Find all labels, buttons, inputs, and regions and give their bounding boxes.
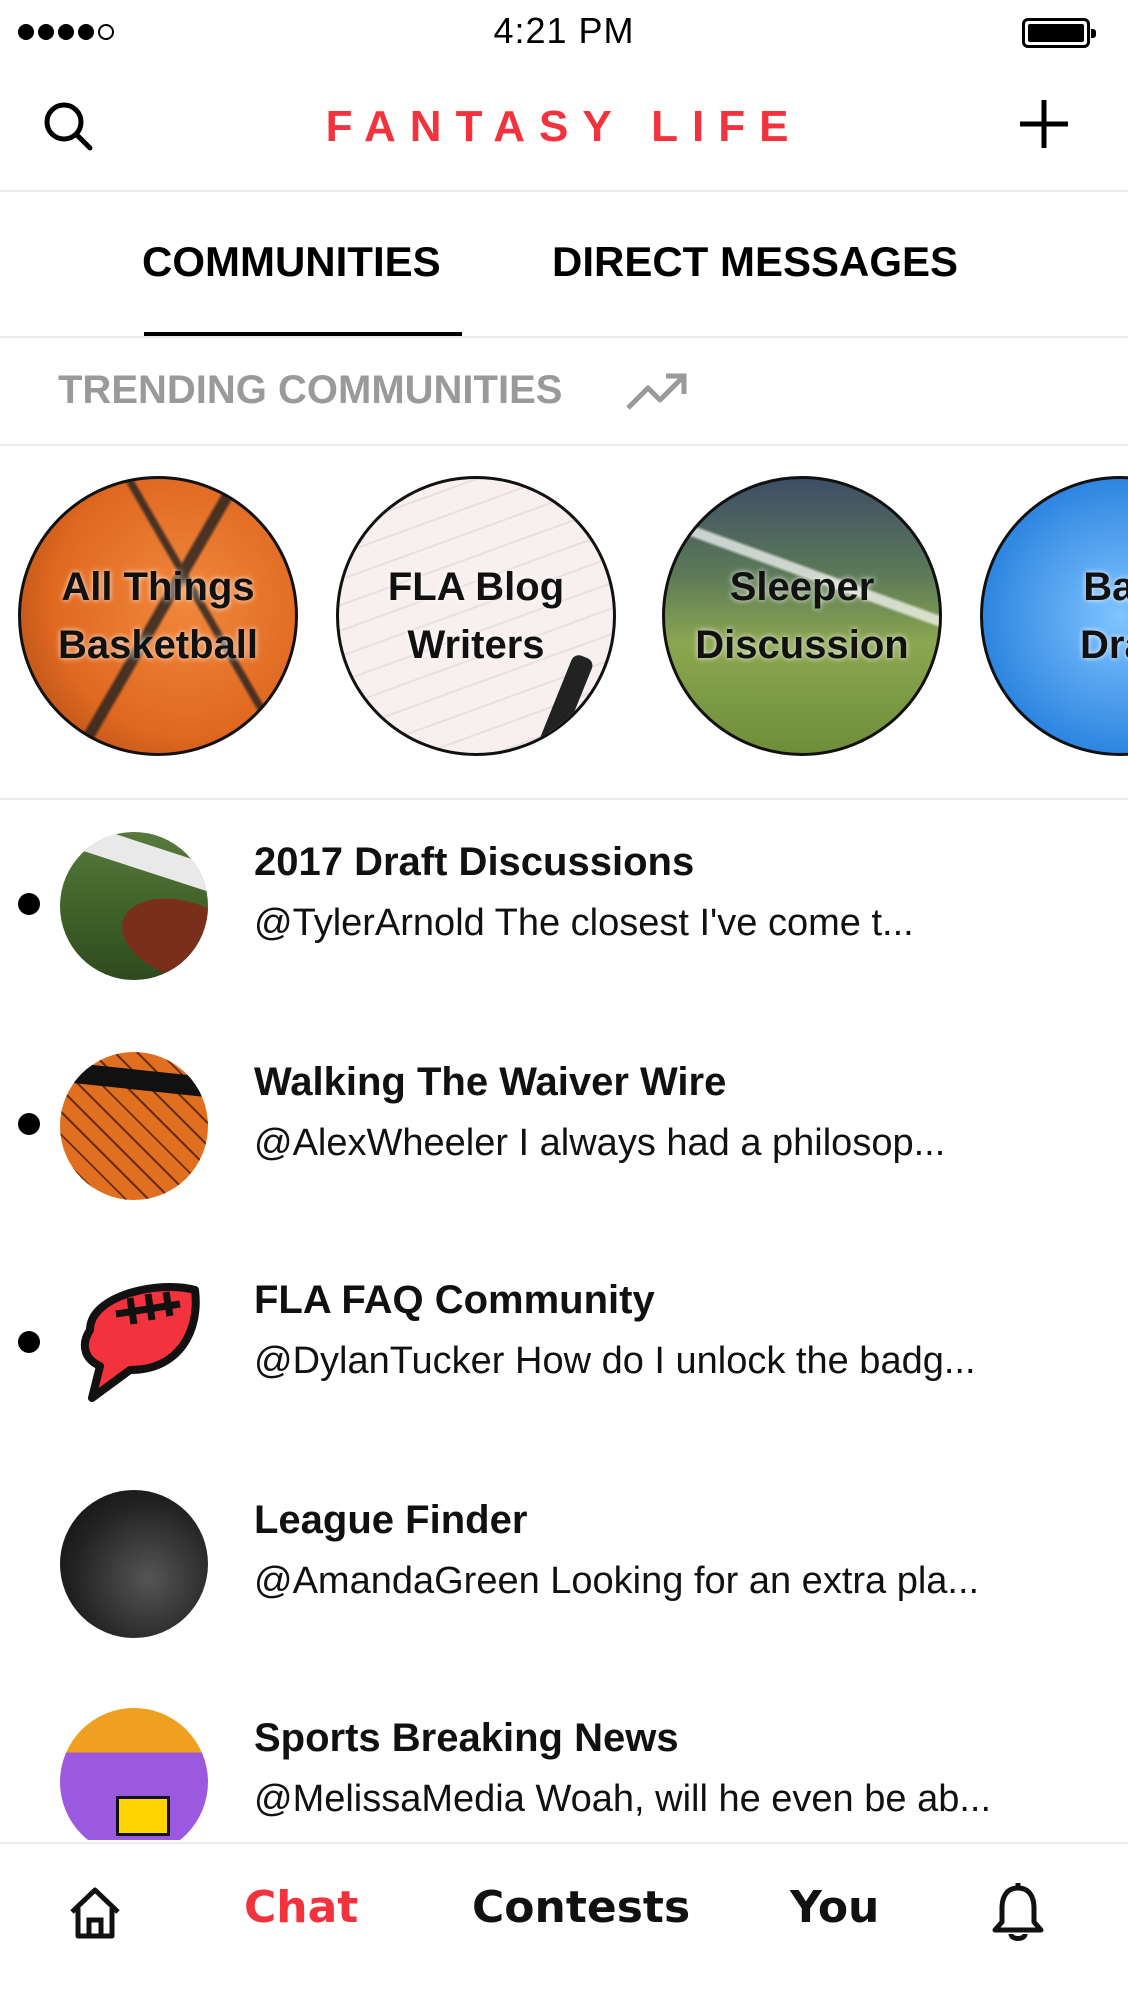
unread-indicator <box>18 893 40 915</box>
trending-community[interactable]: FLA Blog Writers <box>336 476 616 756</box>
home-icon <box>70 1887 120 1939</box>
active-tab-indicator <box>144 332 462 336</box>
trending-community[interactable]: Sleeper Discussion <box>662 476 942 756</box>
avatar <box>60 1708 208 1840</box>
nav-home-button[interactable] <box>66 1884 124 1942</box>
list-item[interactable]: FLA FAQ Community @DylanTucker How do I … <box>0 1238 1128 1458</box>
avatar <box>60 1490 208 1638</box>
nav-you-tab[interactable]: You <box>790 1882 879 1933</box>
tab-bar: COMMUNITIES DIRECT MESSAGES <box>0 192 1128 338</box>
community-title: FLA FAQ Community <box>254 1278 655 1322</box>
trending-label: TRENDING COMMUNITIES <box>58 368 563 412</box>
trending-community-label: Sleeper Discussion <box>695 565 909 667</box>
plus-icon <box>1020 100 1068 148</box>
trending-up-icon <box>626 373 687 410</box>
unread-indicator <box>18 1113 40 1135</box>
list-item[interactable]: Walking The Waiver Wire @AlexWheeler I a… <box>0 1020 1128 1240</box>
trending-header: TRENDING COMMUNITIES <box>0 338 1128 446</box>
avatar <box>60 1270 208 1418</box>
status-time: 4:21 PM <box>493 10 635 51</box>
last-message: @AlexWheeler I always had a philosop... <box>254 1122 946 1164</box>
nav-chat-tab[interactable]: Chat <box>244 1882 358 1933</box>
football-chat-icon <box>80 1283 200 1402</box>
trending-community-label: All Things Basketball <box>57 565 259 667</box>
community-list[interactable]: 2017 Draft Discussions @TylerArnold The … <box>0 800 1128 1840</box>
bottom-nav: Chat Contests You <box>0 1842 1128 2006</box>
community-title: 2017 Draft Discussions <box>254 840 695 884</box>
list-item[interactable]: 2017 Draft Discussions @TylerArnold The … <box>0 800 1128 1020</box>
nav-notifications-button[interactable] <box>990 1882 1046 1944</box>
trending-carousel[interactable]: All Things Basketball FLA Blog Writers S… <box>0 446 1128 800</box>
tab-direct-messages[interactable]: DIRECT MESSAGES <box>552 238 958 286</box>
app-header: FANTASY LIFE <box>0 64 1128 192</box>
unread-indicator <box>18 1331 40 1353</box>
app-title: FANTASY LIFE <box>325 102 803 151</box>
nav-contests-tab[interactable]: Contests <box>472 1882 690 1933</box>
add-button[interactable] <box>1018 98 1070 150</box>
avatar <box>60 1052 208 1200</box>
trending-community[interactable]: Bas Draf <box>980 476 1128 756</box>
trending-community-label: FLA Blog Writers <box>387 565 565 667</box>
last-message: @DylanTucker How do I unlock the badg... <box>254 1340 976 1382</box>
list-item[interactable]: League Finder @AmandaGreen Looking for a… <box>0 1458 1128 1678</box>
battery-icon <box>1022 18 1096 48</box>
last-message: @MelissaMedia Woah, will he even be ab..… <box>254 1778 992 1820</box>
avatar <box>60 832 208 980</box>
community-title: Walking The Waiver Wire <box>254 1060 727 1104</box>
status-bar: 4:21 PM <box>0 0 1128 64</box>
list-item[interactable]: Sports Breaking News @MelissaMedia Woah,… <box>0 1676 1128 1840</box>
trending-community-label: Bas Draf <box>1079 565 1128 667</box>
last-message: @AmandaGreen Looking for an extra pla... <box>254 1560 980 1602</box>
community-title: Sports Breaking News <box>254 1716 679 1760</box>
community-title: League Finder <box>254 1498 528 1542</box>
trending-community[interactable]: All Things Basketball <box>18 476 298 756</box>
last-message: @TylerArnold The closest I've come t... <box>254 902 914 944</box>
bell-icon <box>992 1883 1044 1941</box>
tab-communities[interactable]: COMMUNITIES <box>142 238 441 286</box>
